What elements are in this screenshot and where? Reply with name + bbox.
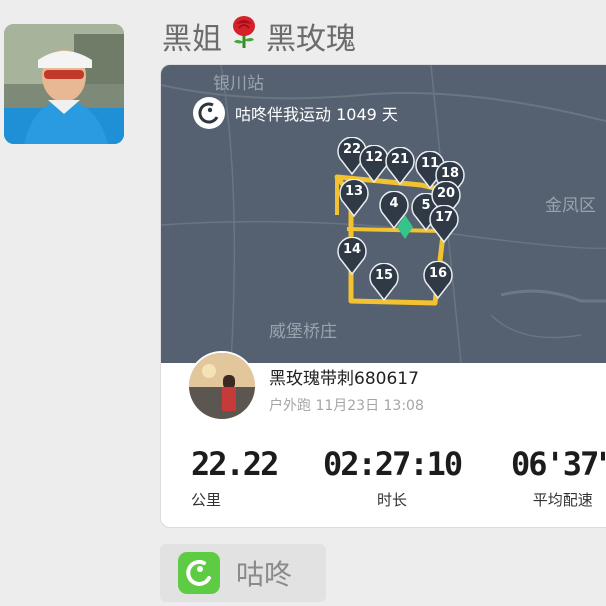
km-marker-label: 4 [389,196,399,211]
km-marker-pin: 17 [429,205,459,243]
stat-distance: 22.22 公里 [191,445,279,510]
km-marker-label: 14 [342,242,362,257]
km-marker-label: 20 [436,186,456,201]
map-label-village: 威堡桥庄 [269,322,337,342]
stat-duration: 02:27:10 时长 [323,445,463,510]
km-marker-pin: 15 [369,263,399,301]
km-marker-label: 17 [434,210,454,225]
runner-avatar[interactable] [187,351,257,421]
source-app-chip[interactable]: 咕咚 [160,544,326,602]
stat-pace: 06'37" 平均配速 [511,445,606,510]
km-marker-label: 18 [440,166,460,181]
rose-emoji-icon [226,14,262,58]
runner-info: 黑玫瑰带刺680617 户外跑 11月23日 13:08 [187,351,424,421]
stat-pace-value: 06'37" [511,445,606,483]
runner-name: 黑玫瑰带刺680617 [269,368,419,389]
km-marker-label: 16 [428,266,448,281]
codoon-app-icon [178,552,220,594]
stat-distance-value: 22.22 [191,445,279,483]
stat-distance-label: 公里 [191,491,222,509]
stat-duration-label: 时长 [377,491,408,509]
km-marker-pin: 14 [337,237,367,275]
map-label-jinfeng-district: 金凤区 [545,196,596,216]
sender-name: 黑姐 黑玫瑰 [162,14,356,58]
workout-share-card[interactable]: 银川站 金凤区 威堡桥庄 咕咚伴我运动 1049 天 22 12 21 11 1… [160,64,606,528]
km-marker-pin: 16 [423,261,453,299]
sender-name-text: 黑姐 [162,22,222,57]
sender-suffix-text: 黑玫瑰 [266,22,356,57]
km-marker-label: 21 [390,152,410,167]
km-marker-pin: 4 [379,191,409,229]
stat-pace-label: 平均配速 [532,491,593,509]
activity-meta: 户外跑 11月23日 13:08 [269,397,424,414]
km-marker-label: 15 [374,268,394,283]
route-map: 银川站 金凤区 威堡桥庄 咕咚伴我运动 1049 天 22 12 21 11 1… [161,65,606,363]
km-marker-label: 13 [344,184,364,199]
banner-text: 咕咚伴我运动 1049 天 [235,105,398,124]
map-label-yinchuan-station: 银川站 [213,74,264,94]
companion-banner: 咕咚伴我运动 1049 天 [193,97,398,129]
km-marker-pin: 21 [385,147,415,185]
codoon-logo-icon [193,97,225,129]
source-app-name: 咕咚 [236,558,293,591]
sender-avatar[interactable] [4,24,124,144]
km-marker-pin: 13 [339,179,369,217]
stat-duration-value: 02:27:10 [323,445,463,483]
